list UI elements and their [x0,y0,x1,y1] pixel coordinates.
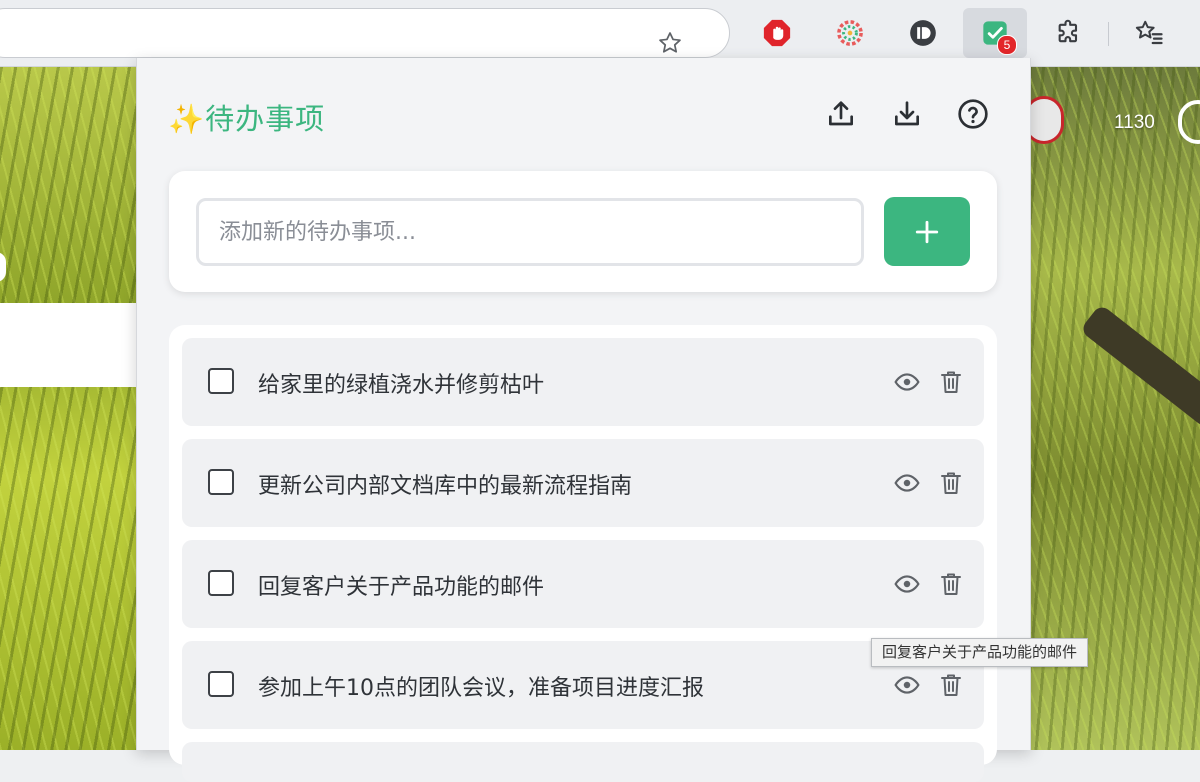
page-panel [0,303,136,387]
trash-icon[interactable] [936,569,966,599]
new-todo-input[interactable] [196,198,864,266]
todo-extension-icon[interactable]: 5 [963,8,1027,58]
import-icon[interactable] [889,96,925,132]
trash-icon[interactable] [936,670,966,700]
page-score: 1130 [1114,112,1155,133]
todo-item: 更新公司内部文档库中的最新流程指南 [182,439,984,527]
todo-checkbox[interactable] [208,469,234,495]
background-photo-left [0,67,136,750]
todo-tooltip: 回复客户关于产品功能的邮件 [871,638,1089,667]
color-wheel-extension-icon[interactable] [832,14,868,52]
eye-icon[interactable] [892,569,922,599]
todo-item-partial [182,742,984,782]
todo-checkbox[interactable] [208,368,234,394]
plus-icon [915,220,939,243]
address-bar[interactable] [0,8,730,58]
add-todo-card [169,171,997,292]
export-icon[interactable] [823,96,859,132]
eye-icon[interactable] [892,468,922,498]
todo-text: 参加上午10点的团队会议，准备项目进度汇报 [258,676,704,701]
add-todo-button[interactable] [884,197,970,266]
todo-checkbox[interactable] [208,671,234,697]
eye-icon[interactable] [892,670,922,700]
dark-circle-extension-icon[interactable] [905,14,941,52]
todo-item: 回复客户关于产品功能的邮件 [182,540,984,628]
help-icon[interactable] [955,96,991,132]
todo-item: 给家里的绿植浇水并修剪枯叶 [182,338,984,426]
todo-checkbox[interactable] [208,570,234,596]
reading-list-icon[interactable] [1131,14,1167,52]
browser-toolbar: 5 [0,0,1200,67]
bookmark-star-icon[interactable] [653,26,687,60]
todo-badge: 5 [997,35,1017,55]
eye-icon[interactable] [892,367,922,397]
trash-icon[interactable] [936,367,966,397]
trash-icon[interactable] [936,468,966,498]
puzzle-extensions-icon[interactable] [1051,14,1087,52]
popup-title: ✨待办事项 [168,102,326,136]
todo-text: 回复客户关于产品功能的邮件 [258,575,545,600]
toolbar-divider [1108,22,1109,46]
adblock-extension-icon[interactable] [759,14,795,52]
todo-text: 更新公司内部文档库中的最新流程指南 [258,474,633,499]
todo-item: 参加上午10点的团队会议，准备项目进度汇报 [182,641,984,729]
todo-text: 给家里的绿植浇水并修剪枯叶 [258,373,545,398]
todo-list: 给家里的绿植浇水并修剪枯叶 更新公司内部文档库中的最新流程指南 回复客户关于产品… [169,325,997,782]
